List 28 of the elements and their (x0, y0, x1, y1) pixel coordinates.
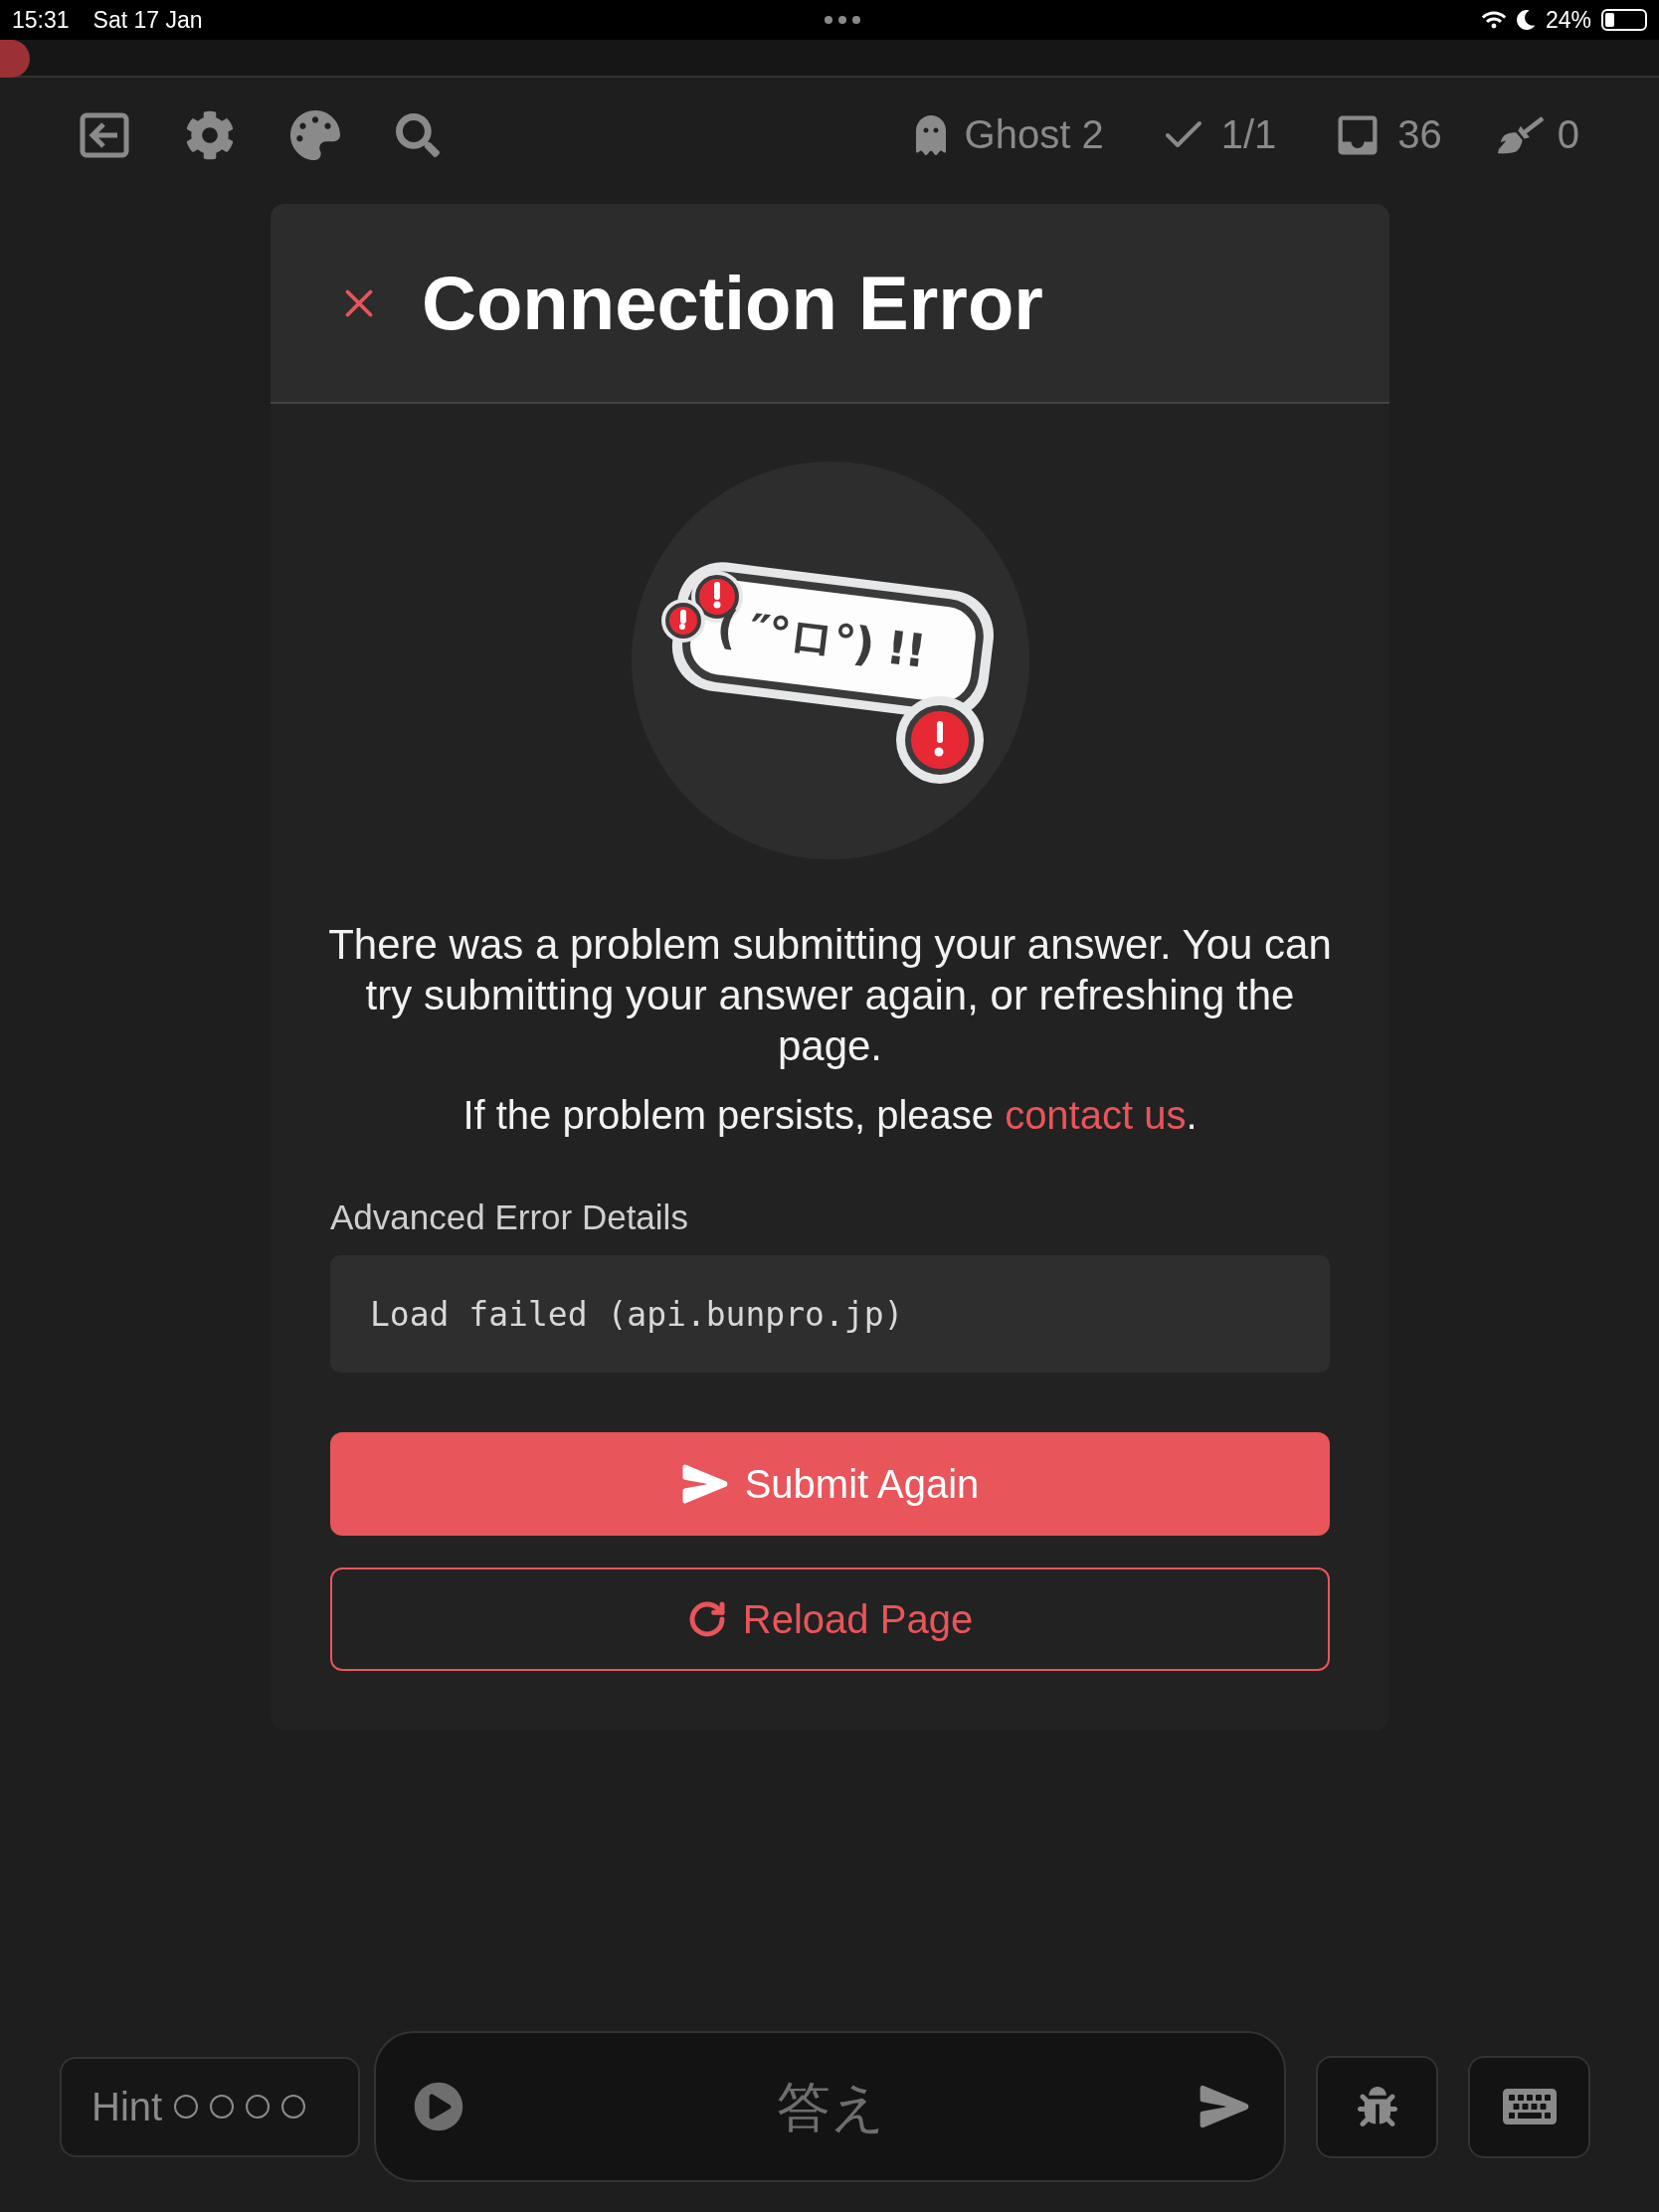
contact-link[interactable]: contact us (1005, 1093, 1187, 1137)
keyboard-button[interactable] (1468, 2055, 1590, 2158)
error-details: Load failed (api.bunpro.jp) (330, 1255, 1330, 1373)
new-count: 0 (1557, 112, 1579, 157)
bug-button[interactable] (1316, 2055, 1438, 2158)
exit-icon[interactable] (80, 111, 129, 158)
date-text: Sat 17 Jan (92, 6, 203, 34)
submit-button[interactable]: Submit Again (330, 1432, 1330, 1536)
reload-button[interactable]: Reload Page (330, 1567, 1330, 1671)
hint-button[interactable]: Hint (60, 2056, 360, 2157)
play-icon[interactable] (414, 2082, 463, 2131)
correct-count: 1/1 (1220, 112, 1277, 157)
dialog-title: Connection Error (422, 260, 1043, 346)
bug-icon (1357, 2087, 1397, 2126)
settings-icon[interactable] (185, 109, 235, 160)
error-message: There was a problem submitting your answer. You can try submitting your answer again, or refreshing the page. (327, 920, 1333, 1071)
answer-input[interactable]: 答え (483, 2075, 1179, 2138)
answer-field[interactable]: 答え (374, 2031, 1286, 2182)
ghost-count: Ghost 2 (964, 112, 1104, 157)
reviews-count: 36 (1397, 112, 1442, 157)
moon-icon (1515, 10, 1536, 30)
palette-icon[interactable] (290, 109, 340, 160)
battery-percent: 24% (1545, 6, 1591, 34)
search-icon[interactable] (396, 112, 440, 157)
clock-time: 15:31 (12, 6, 70, 34)
battery-icon (1601, 9, 1647, 31)
details-label: Advanced Error Details (330, 1198, 689, 1237)
help-message: If the problem persists, please contact us. (462, 1093, 1198, 1138)
